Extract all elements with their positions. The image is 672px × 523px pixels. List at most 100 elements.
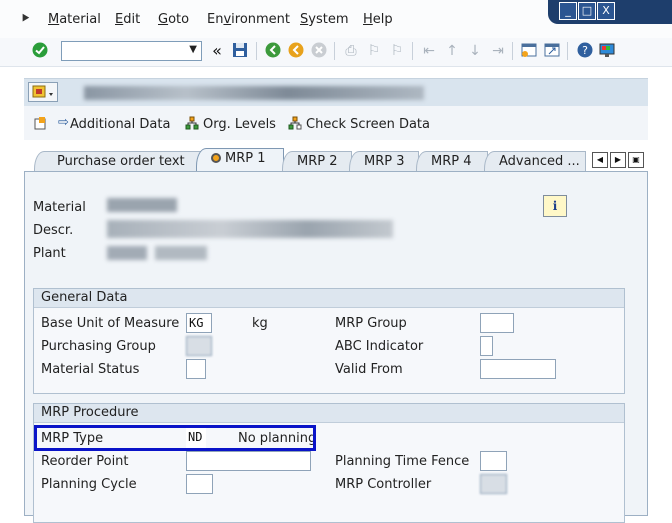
tab-label: MRP 1 xyxy=(225,151,266,166)
next-page-icon[interactable]: ↓ xyxy=(466,42,484,60)
menu-icon[interactable]: ⯈ xyxy=(20,11,31,27)
tab-purchase-order-text[interactable]: Purchase order text xyxy=(34,151,202,171)
arrow-right-icon: ⇨ xyxy=(58,115,69,130)
tab-list-icon[interactable]: ▣ xyxy=(628,152,644,168)
last-page-icon[interactable]: ⇥ xyxy=(489,42,507,60)
menu-edit[interactable]: Edit xyxy=(115,12,140,27)
mrp-group-label: MRP Group xyxy=(335,316,407,331)
abc-indicator-field[interactable] xyxy=(480,336,493,356)
application-toolbar: Additional Data ⇨ Org. Levels Check Scre… xyxy=(24,106,648,140)
check-screen-data-button[interactable]: Check Screen Data xyxy=(288,116,430,132)
reorder-point-field[interactable] xyxy=(186,451,311,471)
exit-icon[interactable] xyxy=(287,42,305,60)
menu-system[interactable]: System xyxy=(300,12,349,27)
planning-time-fence-label: Planning Time Fence xyxy=(335,454,470,469)
tab-scroll-right-icon[interactable]: ▶ xyxy=(610,152,626,168)
screen-title-bar xyxy=(24,78,648,107)
screen-menu-button[interactable] xyxy=(28,82,58,102)
base-uom-label: Base Unit of Measure xyxy=(41,316,180,331)
tab-label: MRP 4 xyxy=(431,154,472,169)
base-uom-field[interactable]: KG xyxy=(186,313,212,333)
create-session-icon[interactable] xyxy=(520,42,538,60)
minimize-button[interactable]: _ xyxy=(559,2,577,20)
planning-time-fence-field[interactable] xyxy=(480,451,507,471)
additional-data-label: Additional Data xyxy=(70,117,171,132)
tab-mrp-3[interactable]: MRP 3 xyxy=(349,151,419,171)
menu-mnemonic: S xyxy=(300,12,309,27)
tab-label: MRP 3 xyxy=(364,154,405,169)
plant-label: Plant xyxy=(33,246,66,261)
info-button[interactable]: i xyxy=(543,195,567,217)
layout-menu-icon[interactable] xyxy=(598,42,616,60)
purchasing-group-field[interactable] xyxy=(186,336,212,356)
menu-mnemonic: G xyxy=(158,12,169,27)
mrp-controller-field[interactable] xyxy=(480,474,507,494)
additional-data-button[interactable]: Additional Data xyxy=(34,116,170,132)
check-screen-data-label: Check Screen Data xyxy=(306,117,430,132)
tab-scroll-left-icon[interactable]: ◀ xyxy=(592,152,608,168)
valid-from-label: Valid From xyxy=(335,362,403,377)
mrp-group-field[interactable] xyxy=(480,313,514,333)
command-field[interactable]: ▼ xyxy=(61,41,202,61)
menu-mnemonic: H xyxy=(363,12,373,27)
print-icon[interactable]: ⎙ xyxy=(342,42,360,60)
svg-text:?: ? xyxy=(582,44,588,57)
save-icon[interactable] xyxy=(231,42,249,60)
active-tab-icon xyxy=(211,153,221,163)
tab-body-mrp-1: Material Descr. Plant i General Data Bas… xyxy=(24,171,648,523)
menu-help[interactable]: Help xyxy=(363,12,393,27)
menu-material[interactable]: Material xyxy=(48,12,101,27)
collapse-command-icon[interactable]: « xyxy=(208,42,226,60)
close-button[interactable]: X xyxy=(597,2,615,20)
planning-cycle-label: Planning Cycle xyxy=(41,477,137,492)
menu-environment[interactable]: Environment xyxy=(207,12,290,27)
tab-advanced[interactable]: Advanced ... xyxy=(484,151,586,171)
previous-page-icon[interactable]: ↑ xyxy=(443,42,461,60)
tab-mrp-4[interactable]: MRP 4 xyxy=(416,151,488,171)
material-value-redacted xyxy=(107,198,177,212)
base-uom-text: kg xyxy=(252,316,268,331)
reorder-point-label: Reorder Point xyxy=(41,454,129,469)
menu-goto[interactable]: Goto xyxy=(158,12,189,27)
find-icon[interactable]: ⚐ xyxy=(365,42,383,60)
shortcut-icon[interactable] xyxy=(543,42,561,60)
general-data-group: General Data Base Unit of Measure KG kg … xyxy=(33,288,625,394)
tab-label: Purchase order text xyxy=(57,154,185,169)
check-screen-data-icon xyxy=(288,116,302,130)
abc-indicator-label: ABC Indicator xyxy=(335,339,424,354)
material-status-label: Material Status xyxy=(41,362,140,377)
mrp-procedure-group: MRP Procedure MRP Type ND No planning Re… xyxy=(33,403,625,523)
valid-from-field[interactable] xyxy=(480,359,556,379)
tab-mrp-2[interactable]: MRP 2 xyxy=(282,151,352,171)
standard-toolbar: ▼ « ⎙ ⚐ ⚐ ⇤ ↑ ↓ ⇥ ? xyxy=(0,38,672,67)
enter-check-icon[interactable] xyxy=(31,42,49,60)
mrp-controller-label: MRP Controller xyxy=(335,477,432,492)
descr-value-redacted xyxy=(107,220,393,238)
planning-cycle-field[interactable] xyxy=(186,474,213,494)
plant-desc-redacted xyxy=(155,246,207,260)
mrp-type-highlight xyxy=(34,425,316,451)
first-page-icon[interactable]: ⇤ xyxy=(420,42,438,60)
cancel-icon[interactable] xyxy=(310,42,328,60)
find-next-icon[interactable]: ⚐ xyxy=(388,42,406,60)
tab-label: MRP 2 xyxy=(297,154,338,169)
plant-value-redacted xyxy=(107,246,147,260)
tab-strip: Purchase order text MRP 1 MRP 2 MRP 3 MR… xyxy=(24,146,648,172)
chevron-down-icon[interactable]: ▼ xyxy=(189,44,197,55)
help-icon[interactable]: ? xyxy=(576,42,594,60)
org-levels-icon xyxy=(185,116,199,130)
purchasing-group-label: Purchasing Group xyxy=(41,339,156,354)
material-label: Material xyxy=(33,200,86,215)
screen-title-redacted xyxy=(84,86,424,100)
maximize-button[interactable]: □ xyxy=(578,2,596,20)
org-levels-button[interactable]: Org. Levels xyxy=(185,116,276,132)
general-data-title: General Data xyxy=(34,289,624,308)
tab-label: Advanced ... xyxy=(499,154,580,169)
org-levels-label: Org. Levels xyxy=(203,117,276,132)
mrp-procedure-title: MRP Procedure xyxy=(34,404,624,423)
menu-mnemonic: M xyxy=(48,12,60,27)
back-icon[interactable] xyxy=(264,42,282,60)
additional-data-icon xyxy=(34,117,46,130)
material-status-field[interactable] xyxy=(186,359,206,379)
tab-mrp-1[interactable]: MRP 1 xyxy=(196,148,284,172)
